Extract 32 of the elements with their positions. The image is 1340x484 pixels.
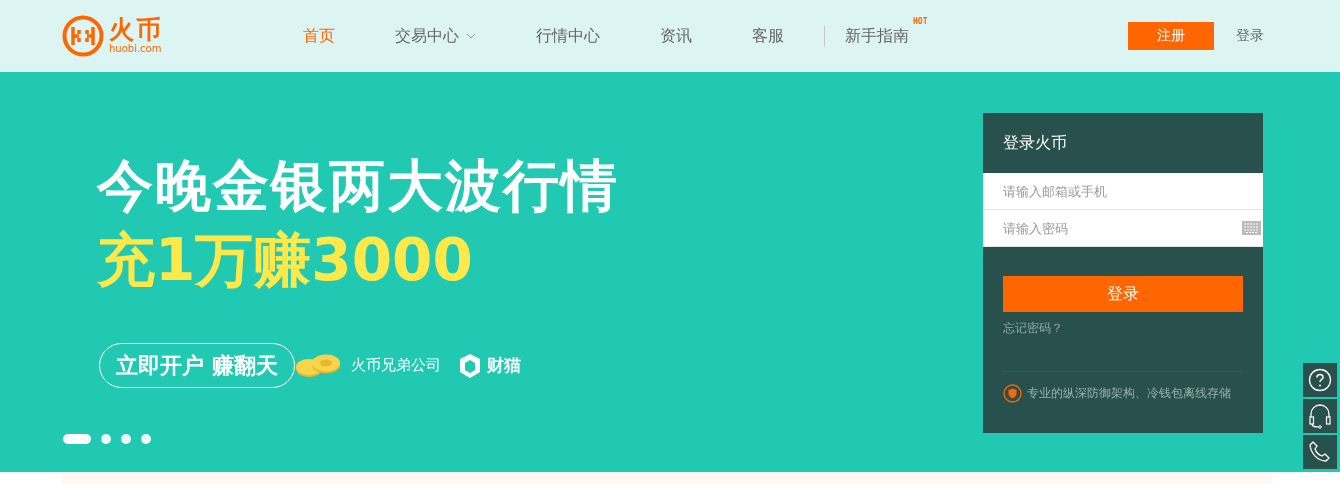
brand-name: 财猫 bbox=[486, 354, 521, 377]
support-button[interactable] bbox=[1303, 399, 1337, 433]
logo-icon bbox=[62, 15, 104, 57]
carousel-dot[interactable] bbox=[141, 434, 151, 444]
register-button[interactable]: 注册 bbox=[1128, 22, 1214, 50]
headset-icon bbox=[1308, 403, 1332, 429]
logo-domain: huobi.com bbox=[109, 43, 163, 55]
phone-button[interactable] bbox=[1303, 435, 1337, 469]
login-link[interactable]: 登录 bbox=[1236, 27, 1264, 45]
forgot-password-link[interactable]: 忘记密码？ bbox=[1003, 320, 1063, 337]
login-button[interactable]: 登录 bbox=[1003, 276, 1243, 312]
carousel-dot[interactable] bbox=[121, 434, 131, 444]
nav-link[interactable]: 客服 bbox=[752, 25, 784, 47]
keyboard-icon[interactable] bbox=[1242, 221, 1261, 235]
chevron-down-icon bbox=[466, 33, 476, 39]
security-note: 专业的纵深防御架构、冷钱包离线存储 bbox=[1027, 385, 1231, 402]
nav-link[interactable]: 行情中心 bbox=[536, 25, 600, 47]
help-button[interactable] bbox=[1303, 363, 1337, 397]
logo-name: 火币 bbox=[109, 17, 163, 43]
partner-name: 火币兄弟公司 bbox=[350, 356, 441, 375]
login-title: 登录火币 bbox=[1002, 131, 1068, 154]
shield-icon bbox=[1003, 384, 1022, 403]
banner-headline: 今晚金银两大波行情 bbox=[97, 152, 619, 220]
banner-subhead: 充1万赚3000 bbox=[97, 225, 474, 296]
nav-link[interactable]: 资讯 bbox=[660, 25, 692, 47]
carousel-dot[interactable] bbox=[101, 434, 111, 444]
hot-label: HOT bbox=[913, 16, 928, 26]
phone-icon bbox=[1308, 440, 1332, 464]
password-field[interactable]: 请输入密码 bbox=[983, 210, 1263, 247]
email-field[interactable]: 请输入邮箱或手机 bbox=[983, 173, 1263, 210]
help-icon bbox=[1308, 368, 1332, 392]
nav-link[interactable]: 交易中心 bbox=[395, 25, 476, 47]
